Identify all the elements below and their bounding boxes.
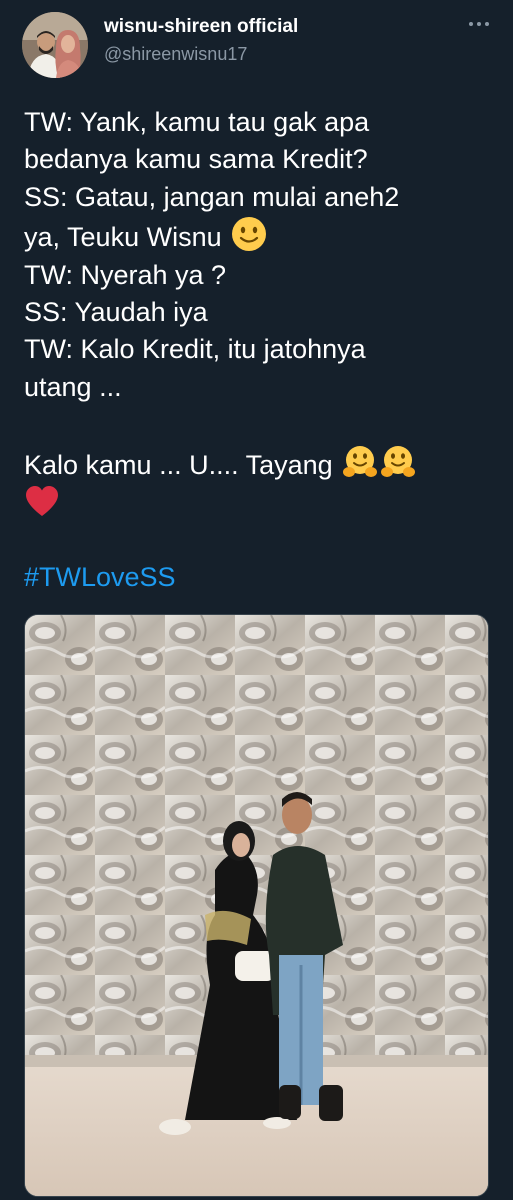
hugging-face-icon [381, 445, 416, 477]
tweet: wisnu-shireen official @shireenwisnu17 T… [0, 0, 513, 1200]
tweet-line-heart [24, 484, 492, 524]
more-options-icon[interactable] [466, 12, 492, 36]
author-handle[interactable]: @shireenwisnu17 [104, 44, 247, 65]
avatar-image [22, 12, 88, 78]
tweet-line-9: Kalo kamu ... U.... Tayang [24, 444, 492, 484]
author-display-name[interactable]: wisnu-shireen official [104, 16, 298, 38]
tweet-line-4: ya, Teuku Wisnu [24, 216, 492, 256]
hugging-face-icon [343, 445, 378, 477]
slightly-smiling-face-icon [232, 217, 267, 252]
couple-photo-image [25, 615, 488, 1196]
tweet-line-8: utang ... [24, 371, 122, 402]
tweet-line-1: TW: Yank, kamu tau gak apa [24, 107, 370, 137]
tweet-line-6: SS: Yaudah iya [24, 297, 208, 328]
red-heart-icon [26, 486, 58, 517]
tweet-line-9-text: Kalo kamu ... U.... Tayang [24, 449, 333, 480]
tweet-line-7: TW: Kalo Kredit, itu jatohnya [24, 334, 366, 365]
tweet-text: TW: Yank, kamu tau gak apa bedanya kamu … [24, 104, 492, 524]
author-avatar[interactable] [22, 12, 88, 78]
hashtag-link[interactable]: #TWLoveSS [24, 562, 176, 593]
tweet-media-photo[interactable] [24, 614, 489, 1197]
tweet-line-4-text: ya, Teuku Wisnu [24, 222, 222, 253]
tweet-line-3: SS: Gatau, jangan mulai aneh2 [24, 181, 400, 212]
tweet-line-5: TW: Nyerah ya ? [24, 259, 227, 290]
tweet-line-2: bedanya kamu sama Kredit? [24, 144, 368, 175]
